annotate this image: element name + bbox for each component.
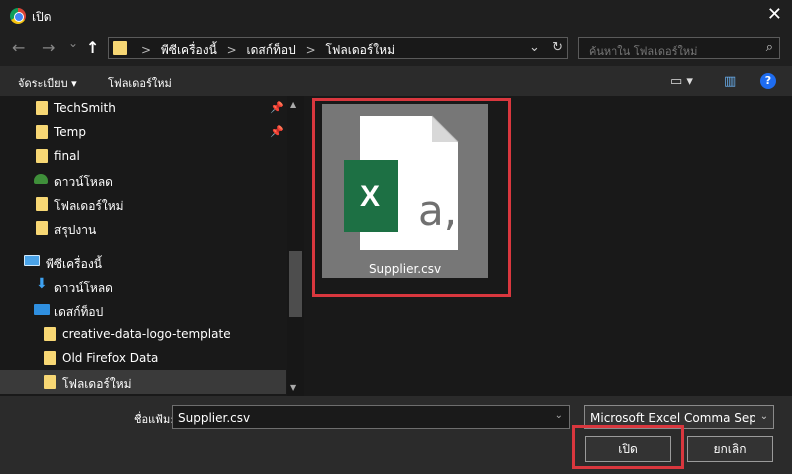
chevron-down-icon[interactable]: ⌄ [555, 410, 563, 421]
sidebar-item-creative-data-logo-template[interactable]: creative-data-logo-template [0, 322, 286, 346]
filename-value: Supplier.csv [178, 411, 251, 425]
cancel-button[interactable]: ยกเลิก [687, 436, 773, 462]
address-controls: ⌄ ↻ [529, 40, 563, 55]
breadcrumb-separator: > [305, 43, 316, 57]
open-button[interactable]: เปิด [585, 436, 671, 462]
breadcrumb-this-pc[interactable]: พีซีเครื่องนี้ [161, 43, 217, 57]
sidebar-item-summary[interactable]: สรุปงาน [0, 216, 286, 240]
excel-csv-file-icon [344, 115, 459, 250]
command-toolbar: จัดระเบียบ ▾ โฟลเดอร์ใหม่ ▭ ▾ ▥ [0, 66, 792, 96]
file-item-supplier-csv[interactable]: X a, Supplier.csv [322, 104, 488, 278]
help-icon[interactable]: ? [760, 73, 776, 89]
sidebar-item-label: ดาวน์โหลด [54, 175, 113, 189]
folder-icon [36, 221, 48, 235]
folder-icon [113, 41, 127, 55]
search-placeholder: ค้นหาใน โฟลเดอร์ใหม่ [589, 45, 698, 58]
address-dropdown-icon[interactable]: ⌄ [529, 40, 540, 55]
breadcrumb-new-folder[interactable]: โฟลเดอร์ใหม่ [325, 43, 395, 57]
search-input[interactable]: ค้นหาใน โฟลเดอร์ใหม่ ⌕ [578, 37, 780, 59]
folder-icon [36, 149, 48, 163]
search-icon[interactable]: ⌕ [766, 40, 773, 55]
breadcrumb-desktop[interactable]: เดสก์ท็อป [247, 43, 296, 57]
sidebar-item-techsmith[interactable]: TechSmith 📌 [0, 96, 286, 120]
folder-icon [44, 375, 56, 389]
sidebar-item-old-firefox-data[interactable]: Old Firefox Data [0, 346, 286, 370]
sidebar-item-label: Temp [54, 125, 86, 139]
sidebar-item-new-folder[interactable]: โฟลเดอร์ใหม่ [0, 370, 286, 394]
scroll-thumb[interactable] [289, 251, 302, 317]
sidebar-item-label: โฟลเดอร์ใหม่ [54, 199, 124, 213]
sidebar-scrollbar[interactable]: ▲ ▼ [287, 96, 304, 396]
sidebar-item-label: final [54, 149, 80, 163]
folder-icon [44, 327, 56, 341]
sidebar-item-temp[interactable]: Temp 📌 [0, 120, 286, 144]
tree-icon [34, 174, 48, 184]
up-arrow-icon[interactable]: ↑ [86, 38, 99, 57]
file-name-label: Supplier.csv [368, 262, 442, 276]
change-view-icon[interactable]: ▭ ▾ [670, 74, 693, 89]
breadcrumb-separator: > [141, 43, 152, 57]
download-arrow-icon: ⬇ [36, 276, 48, 292]
filename-input[interactable]: Supplier.csv ⌄ [172, 405, 570, 429]
sidebar-item-new-folder-quick[interactable]: โฟลเดอร์ใหม่ [0, 192, 286, 216]
breadcrumb: > พีซีเครื่องนี้ > เดสก์ท็อป > โฟลเดอร์ใ… [135, 41, 395, 60]
file-type-select[interactable]: Microsoft Excel Comma Separated Values F… [584, 405, 774, 429]
file-type-value: Microsoft Excel Comma Separated Values F… [590, 411, 773, 425]
scroll-up-icon[interactable]: ▲ [290, 100, 296, 109]
organize-menu-button[interactable]: จัดระเบียบ ▾ [18, 74, 77, 92]
refresh-icon[interactable]: ↻ [552, 40, 563, 55]
forward-arrow-icon[interactable]: → [42, 38, 55, 57]
preview-pane-icon[interactable]: ▥ [724, 74, 736, 89]
file-type-glyph: a, [418, 186, 458, 235]
sidebar-item-label: เดสก์ท็อป [54, 305, 104, 319]
sidebar-item-downloads-quick[interactable]: ดาวน์โหลด [0, 168, 286, 192]
chrome-icon [10, 8, 26, 24]
sidebar-item-label: TechSmith [54, 101, 116, 115]
sidebar-item-desktop[interactable]: เดสก์ท็อป [0, 298, 286, 322]
pin-icon: 📌 [270, 125, 284, 138]
sidebar-item-this-pc[interactable]: พีซีเครื่องนี้ [0, 250, 286, 274]
folder-icon [36, 101, 48, 115]
pin-icon: 📌 [270, 101, 284, 114]
scroll-down-icon[interactable]: ▼ [290, 383, 296, 392]
sidebar-item-downloads[interactable]: ⬇ ดาวน์โหลด [0, 274, 286, 298]
close-icon[interactable]: ✕ [767, 4, 782, 25]
desktop-icon [34, 304, 50, 315]
folder-icon [36, 197, 48, 211]
sidebar-item-label: creative-data-logo-template [62, 327, 231, 341]
excel-badge-letter: X [360, 180, 381, 213]
sidebar-item-label: พีซีเครื่องนี้ [46, 257, 102, 271]
navigation-pane: TechSmith 📌 Temp 📌 final ดาวน์โหลด โฟลเด… [0, 96, 304, 396]
folder-icon [36, 125, 48, 139]
sidebar-item-label: โฟลเดอร์ใหม่ [62, 377, 132, 391]
back-arrow-icon[interactable]: ← [12, 38, 25, 57]
breadcrumb-separator: > [226, 43, 237, 57]
sidebar-item-label: Old Firefox Data [62, 351, 159, 365]
window-title: เปิด [32, 10, 52, 24]
new-folder-button[interactable]: โฟลเดอร์ใหม่ [108, 74, 172, 92]
sidebar-item-final[interactable]: final [0, 144, 286, 168]
recent-locations-chevron-icon[interactable]: ⌄ [68, 36, 78, 50]
title-bar: เปิด ✕ [0, 0, 792, 32]
computer-icon [24, 255, 40, 266]
filename-label: ชื่อแฟ้ม: [134, 413, 174, 426]
sidebar-item-label: สรุปงาน [54, 223, 97, 237]
sidebar-item-label: ดาวน์โหลด [54, 281, 113, 295]
chevron-down-icon[interactable]: ⌄ [755, 406, 773, 428]
address-bar[interactable]: > พีซีเครื่องนี้ > เดสก์ท็อป > โฟลเดอร์ใ… [108, 37, 568, 59]
folder-icon [44, 351, 56, 365]
